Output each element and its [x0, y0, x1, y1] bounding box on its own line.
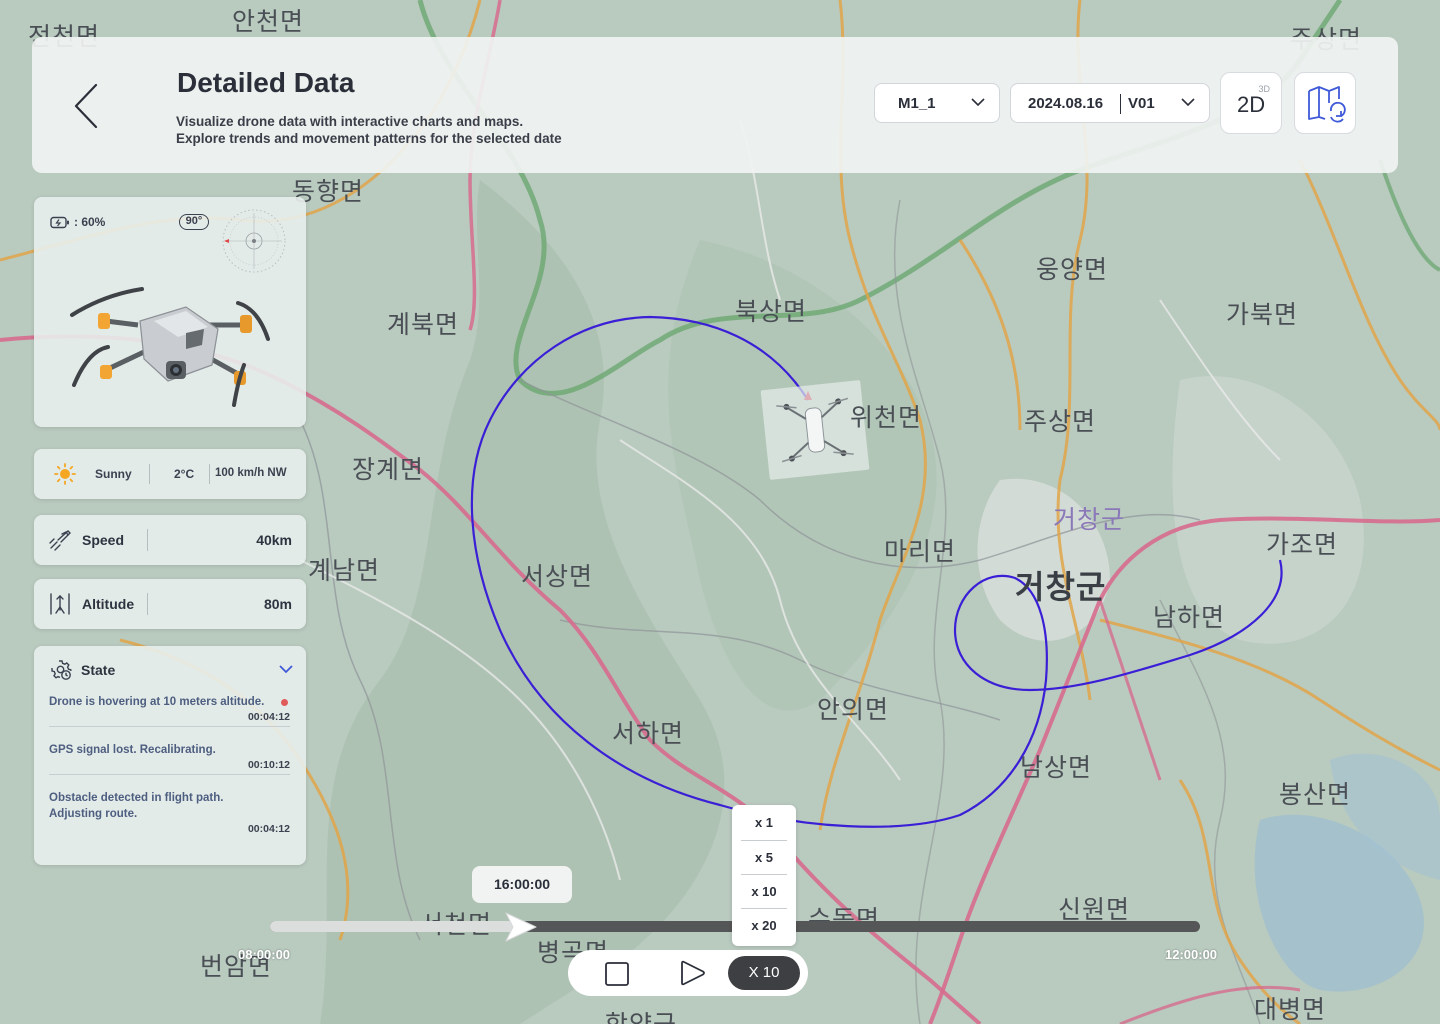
timeline-progress — [270, 921, 522, 932]
drone-image — [70, 287, 270, 407]
map-switch-button[interactable] — [1294, 72, 1356, 134]
weather-card: Sunny 2°C 100 km/h NW — [34, 449, 306, 499]
map-label: 서상면 — [521, 562, 594, 591]
altitude-icon — [50, 593, 70, 615]
map-refresh-icon — [1308, 86, 1346, 123]
timeline-start-time: 08:00:00 — [238, 947, 291, 962]
state-log-message: Obstacle detected in flight path. Adjust… — [49, 792, 224, 820]
battery-level: : 60% — [74, 215, 106, 229]
map-label: 대병면 — [1254, 995, 1327, 1024]
chevron-down-icon — [1181, 98, 1195, 107]
map-label: 계남면 — [308, 556, 381, 585]
date-value: 2024.08.16 — [1028, 95, 1104, 112]
speed-value: 40km — [256, 532, 292, 548]
map-label: 함양군 — [605, 1005, 677, 1024]
map-label: 거창군 — [1015, 568, 1107, 606]
state-log-item: GPS signal lost. Recalibrating. 00:10:12 — [49, 742, 290, 775]
map-label: 위천면 — [850, 403, 923, 432]
chevron-down-icon[interactable] — [278, 664, 294, 674]
date-version-select[interactable]: 2024.08.16 V01 — [1010, 83, 1210, 123]
back-button[interactable] — [68, 81, 108, 131]
drone-status-card: : 60% 90° — [34, 197, 306, 427]
state-log-time: 00:10:12 — [247, 759, 290, 771]
state-log-time: 00:04:12 — [247, 711, 290, 723]
speed-label: Speed — [82, 532, 125, 548]
alert-dot — [281, 699, 288, 706]
map-label: 안의면 — [817, 695, 890, 724]
stop-icon[interactable] — [604, 961, 630, 987]
view-mode-toggle[interactable]: 3D 2D — [1220, 72, 1282, 134]
map-label: 북상면 — [735, 297, 808, 326]
state-log-time: 00:04:12 — [247, 823, 290, 835]
map-label: 장계면 — [352, 455, 425, 484]
current-time-tooltip: 16:00:00 — [472, 866, 572, 903]
map-label: 남하면 — [1153, 603, 1226, 632]
divider — [1120, 94, 1121, 114]
playback-rate-button[interactable]: X 10 — [728, 956, 800, 990]
speed-option-x1[interactable]: x 1 — [741, 806, 787, 840]
speed-card: Speed 40km — [34, 515, 306, 565]
altitude-label: Altitude — [82, 596, 135, 612]
divider — [147, 529, 148, 551]
battery-indicator: : 60% — [50, 215, 105, 229]
map-label: 서하면 — [612, 719, 685, 748]
altitude-card: Altitude 80m — [34, 579, 306, 629]
playback-speed-menu: x 1 x 5 x 10 x 20 — [732, 805, 796, 946]
map-label: 가북면 — [1226, 300, 1299, 329]
divider — [147, 593, 148, 615]
state-log-message: Drone is hovering at 10 meters altitude. — [49, 696, 265, 708]
state-log-message: GPS signal lost. Recalibrating. — [49, 744, 216, 756]
state-log-item: Obstacle detected in flight path. Adjust… — [49, 790, 290, 838]
map-label: 봉산면 — [1279, 780, 1352, 809]
map-label: 마리면 — [884, 537, 957, 566]
weather-wind: 100 km/h NW — [215, 467, 287, 479]
speed-option-x5[interactable]: x 5 — [741, 840, 787, 874]
weather-condition: Sunny — [95, 467, 132, 481]
map-label: 가조면 — [1266, 530, 1339, 559]
page-subtitle: Visualize drone data with interactive ch… — [176, 114, 562, 146]
battery-charging-icon — [50, 216, 69, 228]
header-panel: Detailed Data Visualize drone data with … — [32, 37, 1398, 173]
sun-icon — [54, 463, 76, 485]
altitude-value: 80m — [263, 596, 292, 612]
play-icon[interactable] — [678, 960, 706, 986]
map-label: 주상면 — [1024, 407, 1097, 436]
settings-clock-icon — [51, 660, 72, 680]
weather-temperature: 2°C — [174, 467, 195, 481]
timeline-end-time: 12:00:00 — [1165, 947, 1218, 962]
timeline-scrubber[interactable] — [502, 911, 540, 943]
speed-option-x10[interactable]: x 10 — [741, 874, 787, 908]
view-mode-label: 2D — [1237, 92, 1266, 117]
state-log-item: Drone is hovering at 10 meters altitude.… — [49, 694, 290, 727]
map-label: 웅양면 — [1036, 255, 1109, 284]
map-label: 거창군 — [1053, 505, 1126, 534]
version-value: V01 — [1128, 95, 1155, 112]
playback-controls: X 10 — [568, 950, 808, 996]
heading-badge: 90° — [179, 214, 209, 230]
speed-option-x20[interactable]: x 20 — [741, 908, 787, 942]
state-title: State — [81, 662, 116, 678]
map-label: 계북면 — [387, 310, 460, 339]
page-title: Detailed Data — [177, 67, 355, 98]
map-label: 남상면 — [1020, 753, 1093, 782]
map-label: 안천면 — [232, 7, 305, 36]
chevron-down-icon — [971, 98, 985, 107]
state-card: State Drone is hovering at 10 meters alt… — [34, 646, 306, 865]
speed-icon — [49, 530, 71, 551]
mission-select-value: M1_1 — [898, 95, 936, 112]
divider — [209, 464, 210, 484]
compass-icon — [222, 209, 286, 273]
mission-select[interactable]: M1_1 — [874, 83, 1000, 123]
divider — [149, 464, 150, 484]
